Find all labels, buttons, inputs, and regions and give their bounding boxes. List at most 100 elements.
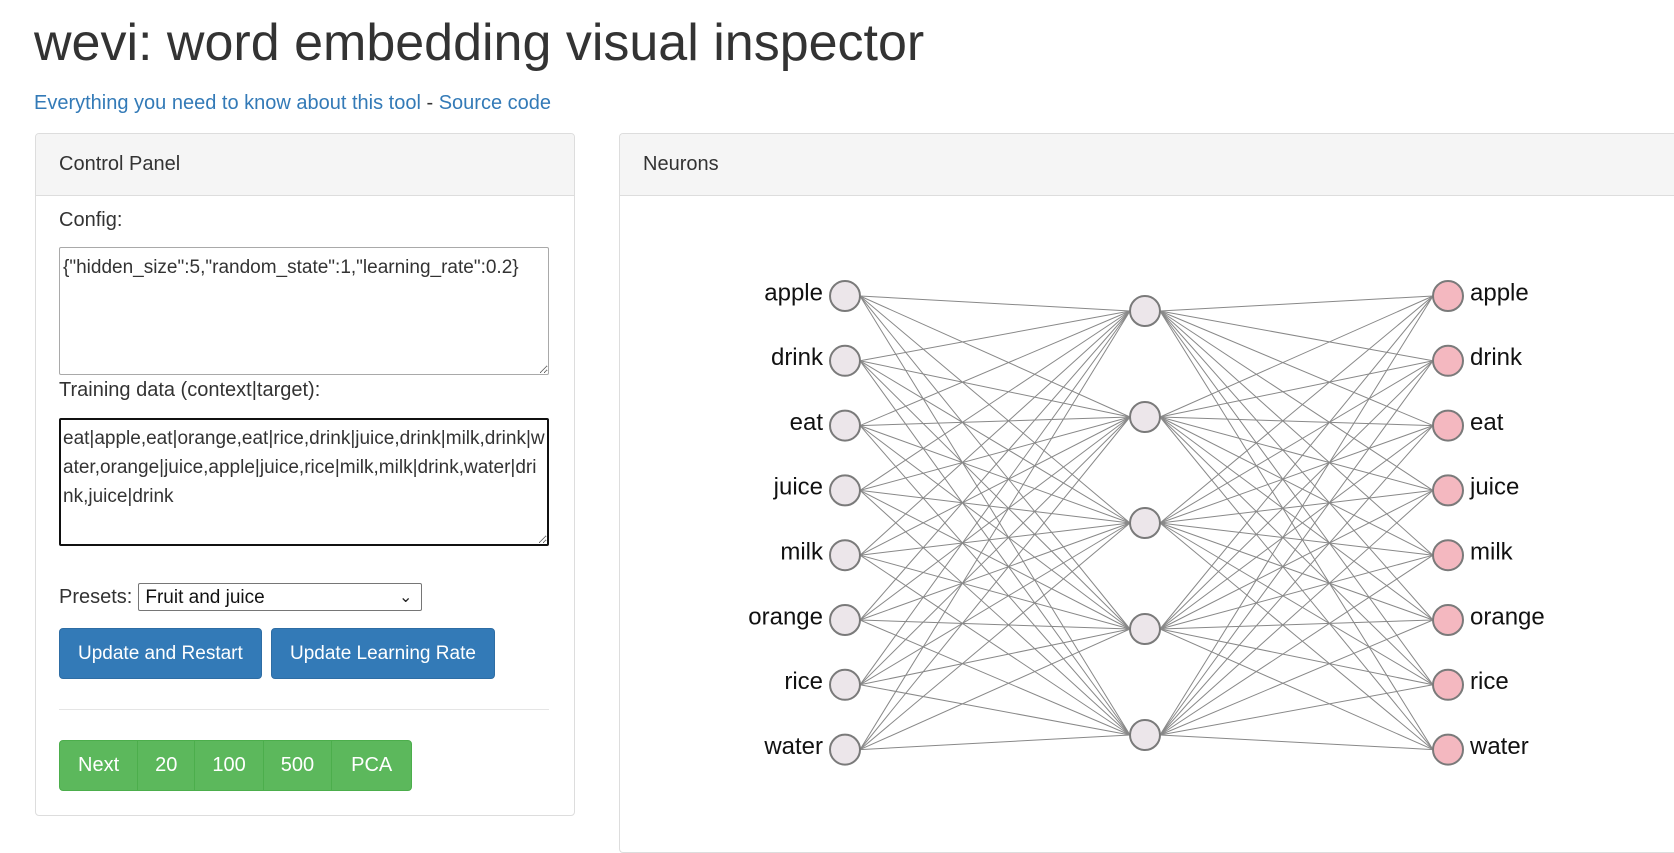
hidden-neuron-3[interactable] bbox=[1129, 507, 1161, 539]
hidden-neuron-4[interactable] bbox=[1129, 613, 1161, 645]
input-hidden-connection bbox=[859, 360, 1131, 736]
output-word-label: orange bbox=[1470, 603, 1545, 630]
input-word-label: milk bbox=[780, 539, 824, 566]
hidden-output-connection bbox=[1159, 416, 1434, 750]
input-hidden-connection bbox=[859, 295, 1131, 736]
input-word-label: rice bbox=[784, 668, 823, 695]
hidden-output-connection bbox=[1159, 522, 1434, 621]
training-data-label: Training data (context|target): bbox=[59, 379, 321, 401]
input-word-label: water bbox=[763, 733, 823, 760]
input-word-label: juice bbox=[773, 474, 823, 501]
step-100-button[interactable]: 100 bbox=[194, 740, 264, 791]
output-neuron-drink[interactable] bbox=[1432, 344, 1464, 377]
hidden-output-connection bbox=[1159, 295, 1434, 312]
output-word-label: apple bbox=[1470, 279, 1529, 306]
hidden-neuron-1[interactable] bbox=[1129, 295, 1161, 327]
hidden-output-connection bbox=[1159, 295, 1434, 736]
output-neuron-milk[interactable] bbox=[1432, 539, 1464, 572]
page-title: wevi: word embedding visual inspector bbox=[34, 14, 925, 72]
output-word-label: eat bbox=[1470, 409, 1504, 436]
hidden-output-connection bbox=[1159, 310, 1434, 362]
divider bbox=[59, 709, 549, 710]
input-hidden-connection bbox=[859, 310, 1131, 621]
input-hidden-connection bbox=[859, 295, 1131, 418]
hidden-output-connection bbox=[1159, 522, 1434, 750]
input-hidden-connection bbox=[859, 416, 1131, 427]
input-hidden-connection bbox=[859, 416, 1131, 491]
about-link[interactable]: Everything you need to know about this t… bbox=[34, 92, 421, 114]
presets-row: Presets: Fruit and juice ⌄ bbox=[59, 583, 423, 611]
hidden-output-connection bbox=[1159, 360, 1434, 736]
next-button[interactable]: Next bbox=[59, 740, 139, 791]
source-code-link[interactable]: Source code bbox=[439, 92, 551, 114]
hidden-neuron-2[interactable] bbox=[1129, 401, 1161, 433]
presets-select-wrap: Fruit and juice ⌄ bbox=[132, 583, 423, 611]
step-500-button[interactable]: 500 bbox=[262, 740, 333, 791]
input-hidden-connection bbox=[859, 425, 1131, 524]
input-neuron-water[interactable] bbox=[829, 733, 861, 766]
input-neuron-juice[interactable] bbox=[829, 474, 861, 507]
training-data-textarea[interactable]: eat|apple,eat|orange,eat|rice,drink|juic… bbox=[59, 418, 549, 546]
config-textarea[interactable]: {"hidden_size":5,"random_state":1,"learn… bbox=[59, 247, 549, 375]
input-word-label: drink bbox=[771, 344, 824, 371]
link-separator: - bbox=[426, 92, 434, 114]
hidden-neuron-5[interactable] bbox=[1129, 719, 1161, 751]
input-hidden-connection bbox=[859, 416, 1131, 750]
output-neuron-juice[interactable] bbox=[1432, 474, 1464, 507]
control-panel-heading: Control Panel bbox=[36, 134, 574, 196]
input-neuron-drink[interactable] bbox=[829, 344, 861, 377]
input-word-label: eat bbox=[790, 409, 824, 436]
hidden-output-connection bbox=[1159, 295, 1434, 630]
input-hidden-connection bbox=[859, 425, 1131, 736]
hidden-output-connection bbox=[1159, 619, 1434, 630]
hidden-output-connection bbox=[1159, 295, 1434, 524]
input-hidden-connection bbox=[859, 310, 1131, 362]
input-neuron-rice[interactable] bbox=[829, 668, 861, 701]
input-hidden-connection bbox=[859, 310, 1131, 686]
input-hidden-connection bbox=[859, 554, 1131, 630]
input-hidden-connection bbox=[859, 734, 1131, 751]
input-hidden-connection bbox=[859, 310, 1131, 750]
input-hidden-connection bbox=[859, 522, 1131, 621]
output-neuron-orange[interactable] bbox=[1432, 604, 1464, 636]
step-button-group: Next 20 100 500 PCA bbox=[59, 740, 413, 791]
output-word-label: milk bbox=[1470, 539, 1514, 566]
hidden-output-connection bbox=[1159, 310, 1434, 621]
input-hidden-connection bbox=[859, 295, 1131, 630]
input-word-label: apple bbox=[764, 279, 823, 306]
pca-button[interactable]: PCA bbox=[331, 740, 413, 791]
hidden-output-connection bbox=[1159, 489, 1434, 630]
update-and-restart-button[interactable]: Update and Restart bbox=[59, 628, 262, 679]
hidden-output-connection bbox=[1159, 416, 1434, 491]
input-neuron-milk[interactable] bbox=[829, 539, 861, 572]
hidden-output-connection bbox=[1159, 554, 1434, 630]
update-learning-rate-button[interactable]: Update Learning Rate bbox=[271, 628, 495, 679]
nodes: apple drink eat juice milk orange rice water app… bbox=[748, 279, 1545, 766]
output-neuron-rice[interactable] bbox=[1432, 668, 1464, 701]
input-neuron-orange[interactable] bbox=[829, 604, 861, 636]
output-word-label: juice bbox=[1469, 474, 1519, 501]
input-word-label: orange bbox=[748, 603, 823, 630]
output-neuron-eat[interactable] bbox=[1432, 409, 1464, 442]
hidden-output-connection bbox=[1159, 734, 1434, 751]
input-hidden-connection bbox=[859, 416, 1131, 556]
neurons-panel: Neurons apple drink eat juice milk orange rice… bbox=[619, 133, 1674, 853]
presets-select[interactable]: Fruit and juice bbox=[138, 583, 423, 611]
neurons-panel-heading: Neurons bbox=[620, 134, 1674, 196]
output-word-label: rice bbox=[1470, 668, 1509, 695]
input-hidden-connection bbox=[859, 295, 1131, 524]
output-word-label: drink bbox=[1470, 344, 1523, 371]
hidden-output-connection bbox=[1159, 425, 1434, 736]
input-hidden-connection bbox=[859, 295, 1131, 312]
presets-label: Presets: bbox=[59, 586, 133, 608]
hidden-output-connection bbox=[1159, 310, 1434, 686]
neural-network-diagram: apple drink eat juice milk orange rice water app… bbox=[748, 279, 1545, 766]
output-neuron-water[interactable] bbox=[1432, 733, 1464, 766]
input-neuron-eat[interactable] bbox=[829, 409, 861, 442]
input-neuron-apple[interactable] bbox=[829, 280, 861, 312]
header-links: Everything you need to know about this t… bbox=[34, 90, 551, 116]
step-20-button[interactable]: 20 bbox=[137, 740, 196, 791]
output-neuron-apple[interactable] bbox=[1432, 280, 1464, 312]
hidden-output-connection bbox=[1159, 425, 1434, 524]
hidden-output-connection bbox=[1159, 295, 1434, 418]
